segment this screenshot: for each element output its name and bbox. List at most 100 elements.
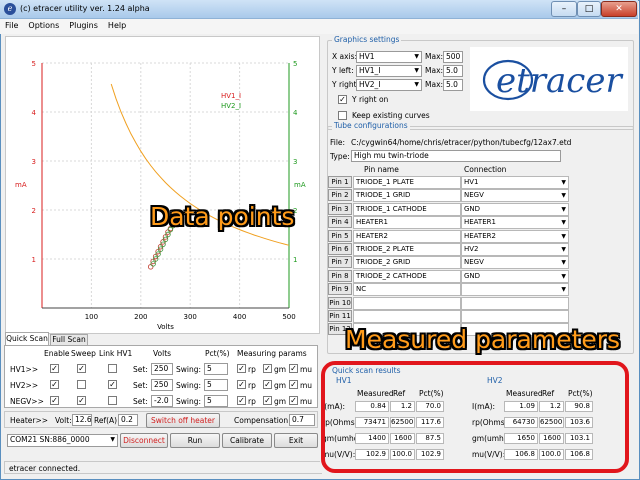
file-path[interactable]: C:/cygwin64/home/chris/etracer/python/tu… [351,138,571,147]
pin-button[interactable]: Pin 4 [328,216,352,229]
menu-file[interactable]: File [0,19,23,32]
pin-button[interactable]: Pin 10 [328,296,352,309]
pin-connection-select[interactable]: GND ▼ [461,269,569,283]
param-mu-label: mu [300,397,313,406]
volts-input[interactable]: 250 [151,379,173,391]
pin-name-cell[interactable]: TRIODE_2 PLATE [353,243,461,256]
sweep-checkbox[interactable]: ✓ [77,396,86,405]
pin-name-cell[interactable]: HEATER1 [353,216,461,230]
link-hv1-checkbox[interactable] [108,396,117,405]
menu-help[interactable]: Help [103,19,131,32]
param-gm-checkbox[interactable]: ✓ [263,396,272,405]
sweep-checkbox[interactable] [77,380,86,389]
pin-connection-select[interactable]: GND ▼ [461,202,569,216]
pin-button[interactable]: Pin 1 [328,176,352,188]
highlight-frame [321,361,629,473]
pct-input[interactable]: 5 [204,379,228,391]
disconnect-button[interactable]: Disconnect [120,433,168,448]
keep-curves-checkbox[interactable] [338,111,347,120]
pin-connection-select[interactable] [461,296,569,310]
tab-quick-scan[interactable]: Quick Scan [5,332,49,346]
legend-hv1: HV1_I [221,92,241,100]
param-gm-checkbox[interactable]: ✓ [263,380,272,389]
x-axis-label: X axis: [332,52,358,61]
pin-connection-select[interactable] [461,310,569,323]
volts-input[interactable]: -2.0 [151,395,173,407]
menu-bar: File Options Plugins Help [0,19,638,34]
pin-button[interactable]: Pin 11 [328,310,352,322]
pin-name-cell[interactable]: TRIODE_1 GRID [353,189,461,203]
pin-button[interactable]: Pin 9 [328,283,352,296]
y-left-select[interactable]: HV1_I ▼ [356,65,422,77]
pin-button[interactable]: Pin 6 [328,243,352,255]
switch-heater-button[interactable]: Switch off heater [146,413,220,428]
tube-type-input[interactable]: High mu twin-triode [351,150,561,162]
enable-checkbox[interactable]: ✓ [50,364,59,373]
pin-name-cell[interactable] [353,296,461,310]
pin-button[interactable]: Pin 8 [328,269,352,282]
y-left-max-input[interactable]: 5.0 [443,65,463,77]
y-right-max-input[interactable]: 5.0 [443,79,463,91]
x-max-input[interactable]: 500 [443,51,463,63]
com-port-select[interactable]: COM21 SN:886_0000 ▼ [7,434,118,447]
menu-options[interactable]: Options [23,19,64,32]
pin-connection-select[interactable]: HV1 ▼ [461,176,569,189]
compensation-input[interactable]: 0.7 [289,414,315,426]
pin-button[interactable]: Pin 2 [328,189,352,202]
close-button[interactable]: ✕ [601,1,637,17]
sweep-checkbox[interactable]: ✓ [77,364,86,373]
pin-connection-select[interactable]: NEGV ▼ [461,189,569,203]
pin-connection-select[interactable]: NEGV ▼ [461,256,569,270]
param-mu-checkbox[interactable]: ✓ [289,364,298,373]
y-right-select[interactable]: HV2_I ▼ [356,79,422,91]
calibrate-button[interactable]: Calibrate [222,433,272,448]
pin-name-cell[interactable]: TRIODE_2 CATHODE [353,269,461,283]
link-hv1-checkbox[interactable] [108,364,117,373]
run-button[interactable]: Run [170,433,220,448]
pin-name-cell[interactable]: HEATER2 [353,229,461,243]
file-label: File: [330,138,346,147]
heater-ref-input[interactable]: 0.2 [118,414,138,426]
pin-button[interactable]: Pin 7 [328,256,352,269]
y-left-label: Y left: [332,66,354,75]
pin-connection-select[interactable]: HV2 ▼ [461,243,569,256]
param-mu-checkbox[interactable]: ✓ [289,396,298,405]
pin-name-cell[interactable] [353,310,461,323]
pin-connection-select[interactable]: HEATER2 ▼ [461,229,569,243]
param-mu-checkbox[interactable]: ✓ [289,380,298,389]
menu-plugins[interactable]: Plugins [64,19,103,32]
chevron-down-icon: ▼ [414,81,419,88]
param-rp-checkbox[interactable]: ✓ [237,380,246,389]
pin-name-cell[interactable]: TRIODE_1 CATHODE [353,202,461,216]
chevron-down-icon: ▼ [110,436,115,443]
x-max-label: Max: [425,52,444,61]
volts-input[interactable]: 250 [151,363,173,375]
pin-button[interactable]: Pin 3 [328,202,352,215]
heater-volt-input[interactable]: 12.6 [72,414,92,426]
iv-chart: 1 12 23 34 45 5100 200 300 400 500mA mAVoltsHV1_IH… [15,60,306,331]
pin-name-cell[interactable]: TRIODE_2 GRID [353,256,461,270]
param-rp-checkbox[interactable]: ✓ [237,364,246,373]
logo-text: etracer [496,61,623,101]
enable-checkbox[interactable]: ✓ [50,380,59,389]
exit-button[interactable]: Exit [274,433,318,448]
pin-name-cell[interactable]: NC [353,283,461,297]
y-right-on-checkbox[interactable]: ✓ [338,95,347,104]
param-rp-checkbox[interactable]: ✓ [237,396,246,405]
minimize-button[interactable]: – [551,1,577,17]
title-bar[interactable]: e (c) etracer utility ver. 1.24 alpha – … [0,0,638,19]
data-point-1 [147,264,154,270]
x-axis-select[interactable]: HV1 ▼ [356,51,422,63]
right-axis-label: mA [294,181,306,189]
pct-input[interactable]: 5 [204,395,228,407]
pin-connection-select[interactable]: HEATER1 ▼ [461,216,569,230]
enable-checkbox[interactable]: ✓ [50,396,59,405]
pin-button[interactable]: Pin 5 [328,229,352,242]
pin-name-cell[interactable]: TRIODE_1 PLATE [353,176,461,189]
left-tick-label: 5 [32,60,36,68]
link-hv1-checkbox[interactable]: ✓ [108,380,117,389]
maximize-button[interactable]: □ [577,1,601,17]
param-gm-checkbox[interactable]: ✓ [263,364,272,373]
pct-input[interactable]: 5 [204,363,228,375]
pin-connection-select[interactable]: ▼ [461,283,569,297]
